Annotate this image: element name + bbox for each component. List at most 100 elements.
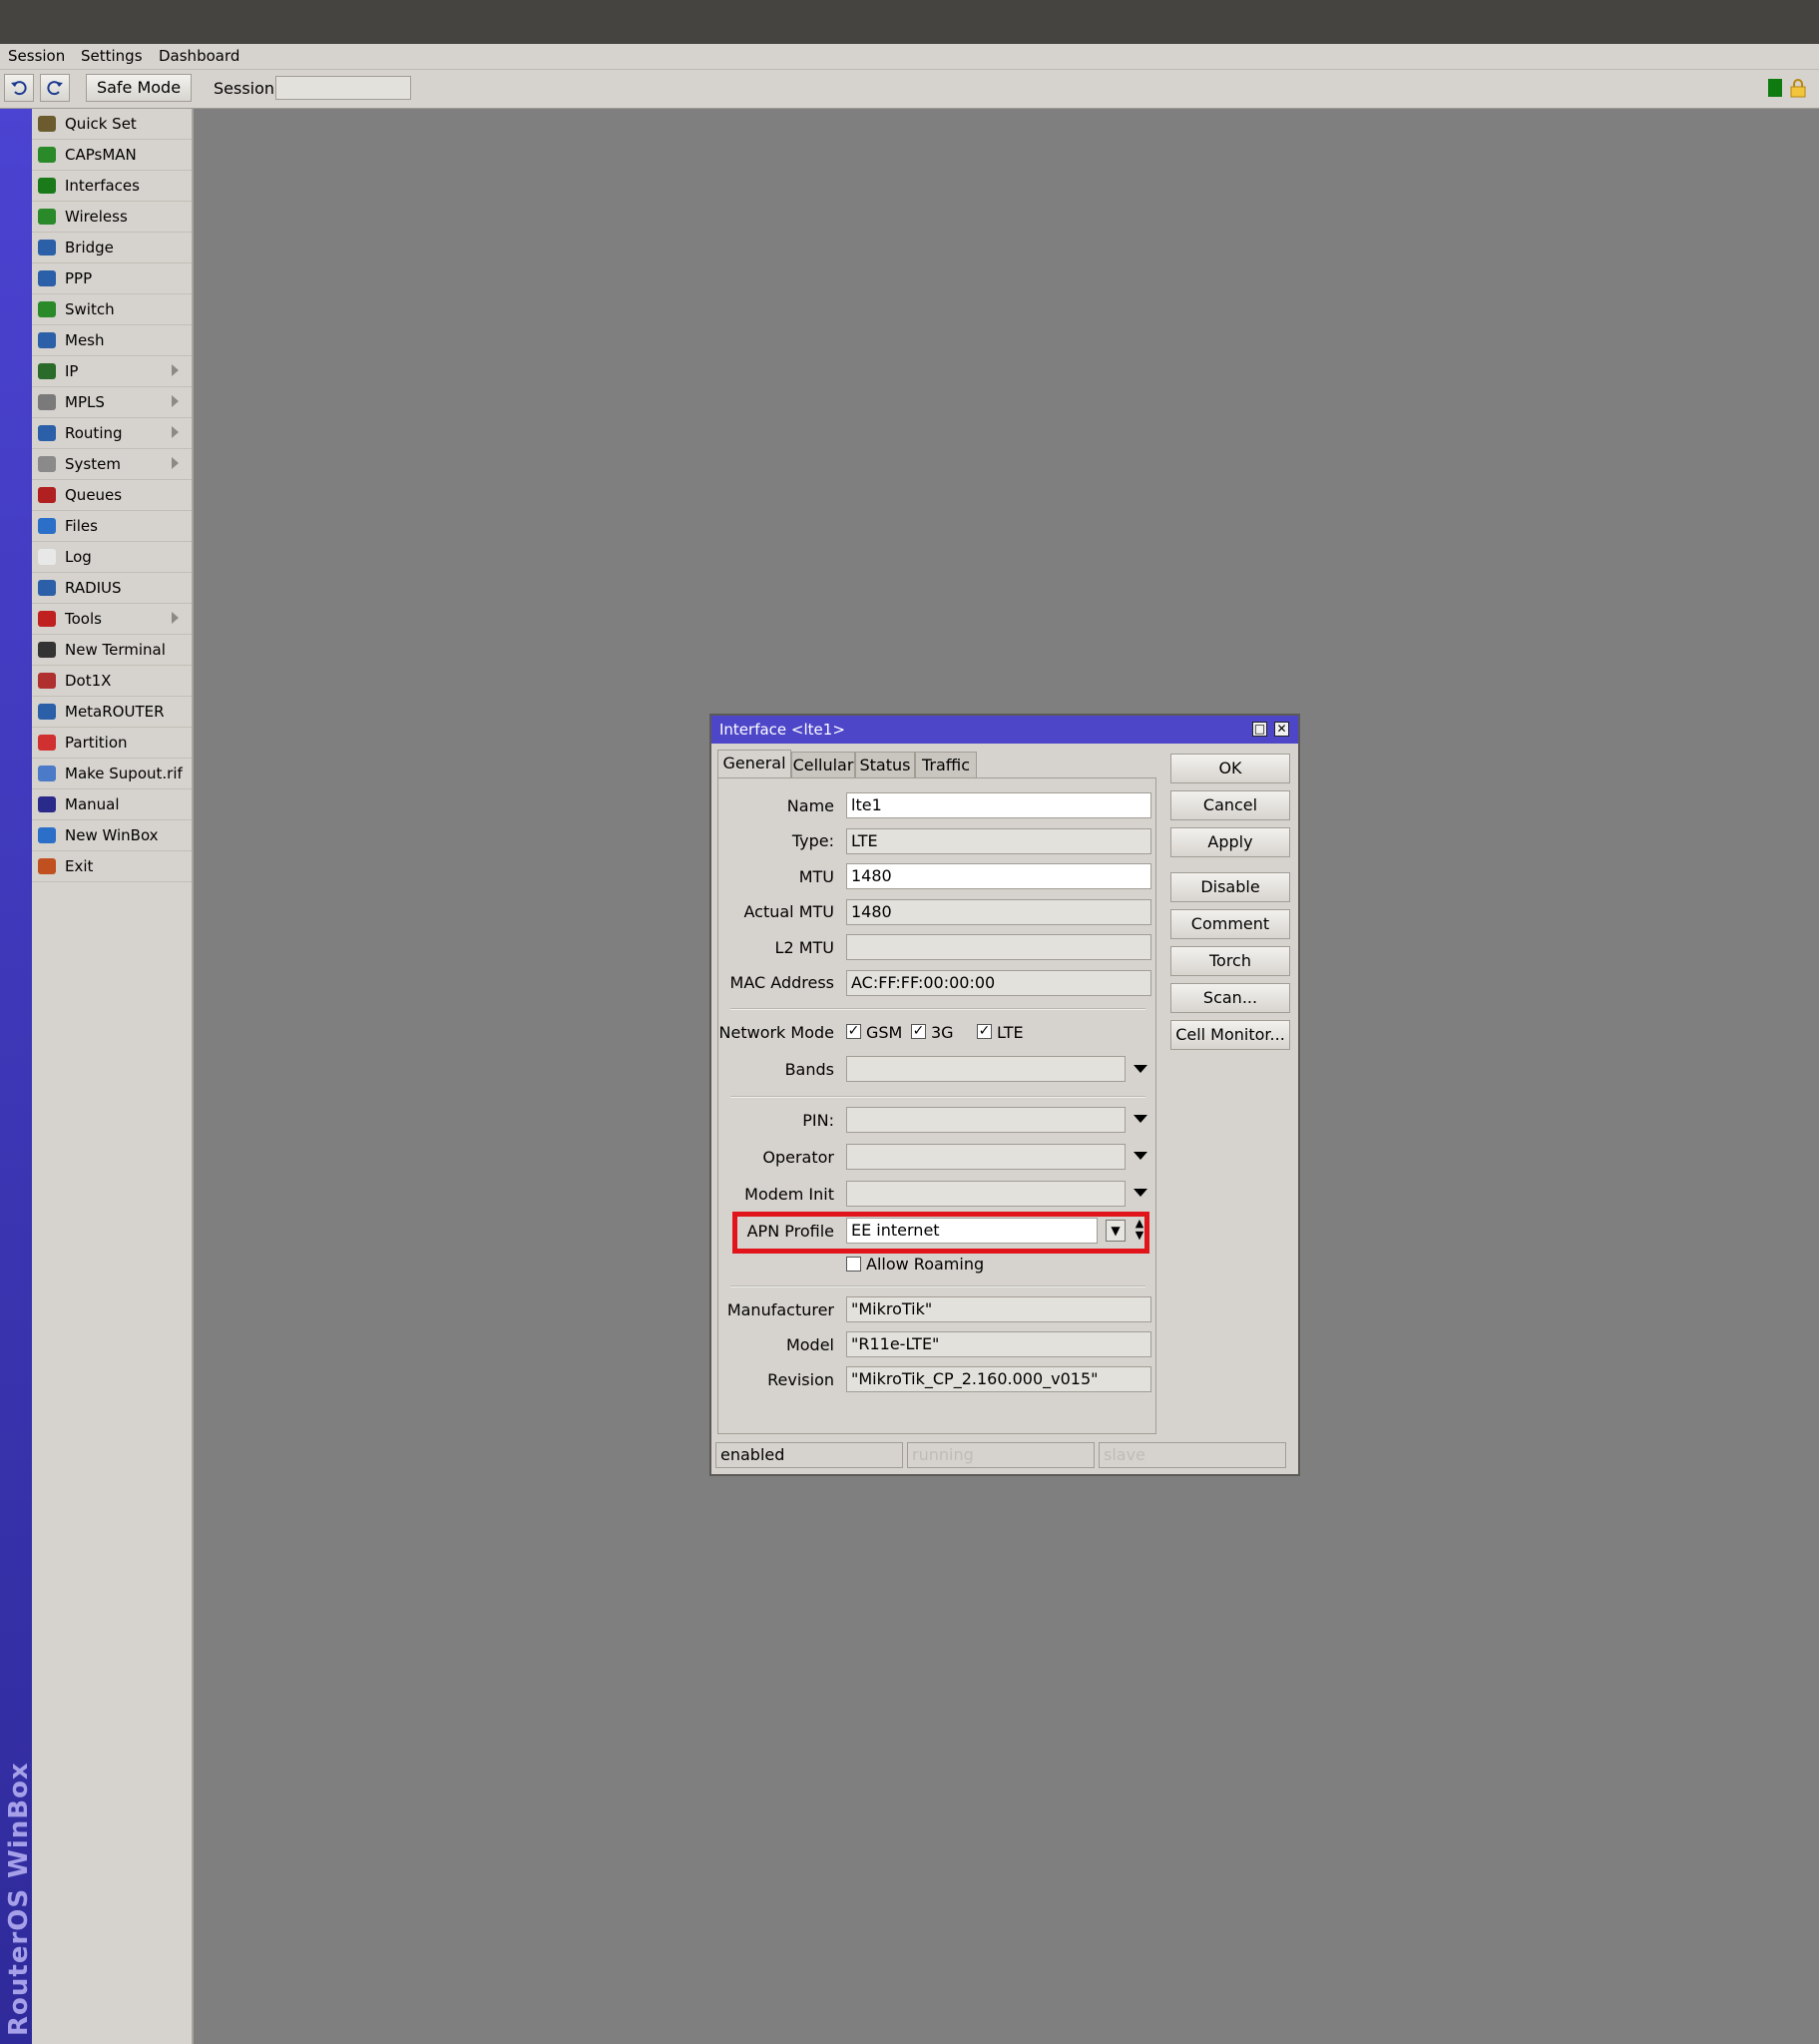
sidebar-item-capsman[interactable]: CAPsMAN: [32, 140, 192, 171]
sidebar-item-bridge[interactable]: Bridge: [32, 233, 192, 263]
dialog-titlebar[interactable]: Interface <lte1> □ ✕: [711, 716, 1298, 744]
cell-monitor-button[interactable]: Cell Monitor...: [1170, 1020, 1290, 1050]
network-mode-label: Network Mode: [718, 1023, 834, 1042]
sidebar-item-label: Exit: [65, 857, 94, 875]
sidebar-item-label: RADIUS: [65, 579, 122, 597]
submenu-arrow-icon: [172, 364, 179, 376]
sidebar-item-log[interactable]: Log: [32, 542, 192, 573]
safe-mode-button[interactable]: Safe Mode: [86, 74, 192, 102]
sidebar-item-label: Mesh: [65, 331, 105, 349]
sidebar-item-new-winbox[interactable]: New WinBox: [32, 820, 192, 851]
operator-dropdown-icon[interactable]: [1134, 1152, 1147, 1160]
torch-button[interactable]: Torch: [1170, 946, 1290, 976]
sidebar-item-files[interactable]: Files: [32, 511, 192, 542]
bands-field[interactable]: [846, 1056, 1126, 1082]
sidebar-menu: Quick Set CAPsMAN Interfaces Wireless Bridge…: [32, 109, 194, 2044]
tools-icon: [38, 611, 56, 627]
submenu-arrow-icon: [172, 457, 179, 469]
apply-button[interactable]: Apply: [1170, 827, 1290, 857]
gsm-checkbox[interactable]: ✓: [846, 1024, 861, 1039]
sidebar-item-quick-set[interactable]: Quick Set: [32, 109, 192, 140]
redo-button[interactable]: [40, 74, 70, 102]
session-label: Session: [214, 79, 275, 98]
bands-dropdown-icon[interactable]: [1134, 1065, 1147, 1073]
brand-strip: [0, 109, 32, 2044]
modem-init-dropdown-icon[interactable]: [1134, 1189, 1147, 1197]
sidebar-item-mesh[interactable]: Mesh: [32, 325, 192, 356]
bands-label: Bands: [784, 1060, 834, 1079]
pin-field[interactable]: [846, 1107, 1126, 1133]
sidebar-item-label: Routing: [65, 424, 123, 442]
type-label: Type:: [791, 831, 834, 850]
maximize-icon[interactable]: □: [1252, 722, 1267, 737]
metarouter-icon: [38, 704, 56, 720]
status-enabled: enabled: [715, 1442, 903, 1468]
sidebar-item-exit[interactable]: Exit: [32, 851, 192, 882]
sidebar-item-queues[interactable]: Queues: [32, 480, 192, 511]
menu-settings[interactable]: Settings: [81, 47, 143, 65]
sidebar-item-label: Dot1X: [65, 672, 112, 690]
undo-button[interactable]: [4, 74, 34, 102]
status-running: running: [907, 1442, 1095, 1468]
name-field[interactable]: lte1: [846, 792, 1151, 818]
modem-init-label: Modem Init: [744, 1185, 834, 1204]
sidebar-item-label: Files: [65, 517, 98, 535]
apn-profile-label: APN Profile: [746, 1222, 834, 1241]
window-titlebar: [0, 0, 1819, 44]
scan-button[interactable]: Scan...: [1170, 983, 1290, 1013]
allow-roaming-checkbox[interactable]: [846, 1257, 861, 1272]
comment-button[interactable]: Comment: [1170, 909, 1290, 939]
3g-checkbox[interactable]: ✓: [911, 1024, 926, 1039]
tab-status[interactable]: Status: [855, 752, 915, 777]
sidebar-item-manual[interactable]: Manual: [32, 789, 192, 820]
cancel-button[interactable]: Cancel: [1170, 790, 1290, 820]
lte-checkbox[interactable]: ✓: [977, 1024, 992, 1039]
manufacturer-field: "MikroTik": [846, 1296, 1151, 1322]
separator: [730, 1096, 1145, 1098]
sidebar-item-system[interactable]: System: [32, 449, 192, 480]
close-icon[interactable]: ✕: [1274, 722, 1289, 737]
sidebar-item-partition[interactable]: Partition: [32, 728, 192, 759]
sidebar-item-interfaces[interactable]: Interfaces: [32, 171, 192, 202]
sidebar-item-switch[interactable]: Switch: [32, 294, 192, 325]
sidebar-item-new-terminal[interactable]: New Terminal: [32, 635, 192, 666]
sidebar-item-ip[interactable]: IP: [32, 356, 192, 387]
mtu-field[interactable]: 1480: [846, 863, 1151, 889]
apn-profile-updown-icon[interactable]: ▲ ▼: [1132, 1218, 1147, 1244]
apn-profile-field[interactable]: EE internet: [846, 1218, 1098, 1244]
toolbar: Safe Mode Session: [0, 70, 1819, 109]
operator-field[interactable]: [846, 1144, 1126, 1170]
sidebar-item-dot1x[interactable]: Dot1X: [32, 666, 192, 697]
sidebar-item-label: New Terminal: [65, 641, 166, 659]
sidebar-item-tools[interactable]: Tools: [32, 604, 192, 635]
model-label: Model: [785, 1335, 834, 1354]
manufacturer-label: Manufacturer: [726, 1300, 834, 1319]
apn-profile-select-icon[interactable]: ▼: [1106, 1220, 1126, 1242]
sidebar-item-routing[interactable]: Routing: [32, 418, 192, 449]
revision-field: "MikroTik_CP_2.160.000_v015": [846, 1366, 1151, 1392]
sidebar-item-label: IP: [65, 362, 79, 380]
tab-cellular[interactable]: Cellular: [791, 752, 855, 777]
pin-dropdown-icon[interactable]: [1134, 1115, 1147, 1123]
disable-button[interactable]: Disable: [1170, 872, 1290, 902]
gsm-label: GSM: [866, 1023, 903, 1042]
l2mtu-label: L2 MTU: [774, 938, 834, 957]
sidebar-item-wireless[interactable]: Wireless: [32, 202, 192, 233]
tab-traffic[interactable]: Traffic: [915, 752, 977, 777]
sidebar-item-radius[interactable]: RADIUS: [32, 573, 192, 604]
name-label: Name: [786, 796, 834, 815]
redo-icon: [47, 81, 63, 96]
sidebar-item-mpls[interactable]: MPLS: [32, 387, 192, 418]
mpls-icon: [38, 394, 56, 410]
ok-button[interactable]: OK: [1170, 754, 1290, 783]
sidebar-item-metarouter[interactable]: MetaROUTER: [32, 697, 192, 728]
menu-dashboard[interactable]: Dashboard: [159, 47, 239, 65]
sidebar-item-ppp[interactable]: PPP: [32, 263, 192, 294]
modem-init-field[interactable]: [846, 1181, 1126, 1207]
menu-session[interactable]: Session: [8, 47, 65, 65]
tab-general[interactable]: General: [717, 750, 791, 777]
folder-icon: [38, 518, 56, 534]
partition-icon: [38, 735, 56, 751]
session-input[interactable]: [275, 76, 411, 100]
sidebar-item-make-supout-rif[interactable]: Make Supout.rif: [32, 759, 192, 789]
